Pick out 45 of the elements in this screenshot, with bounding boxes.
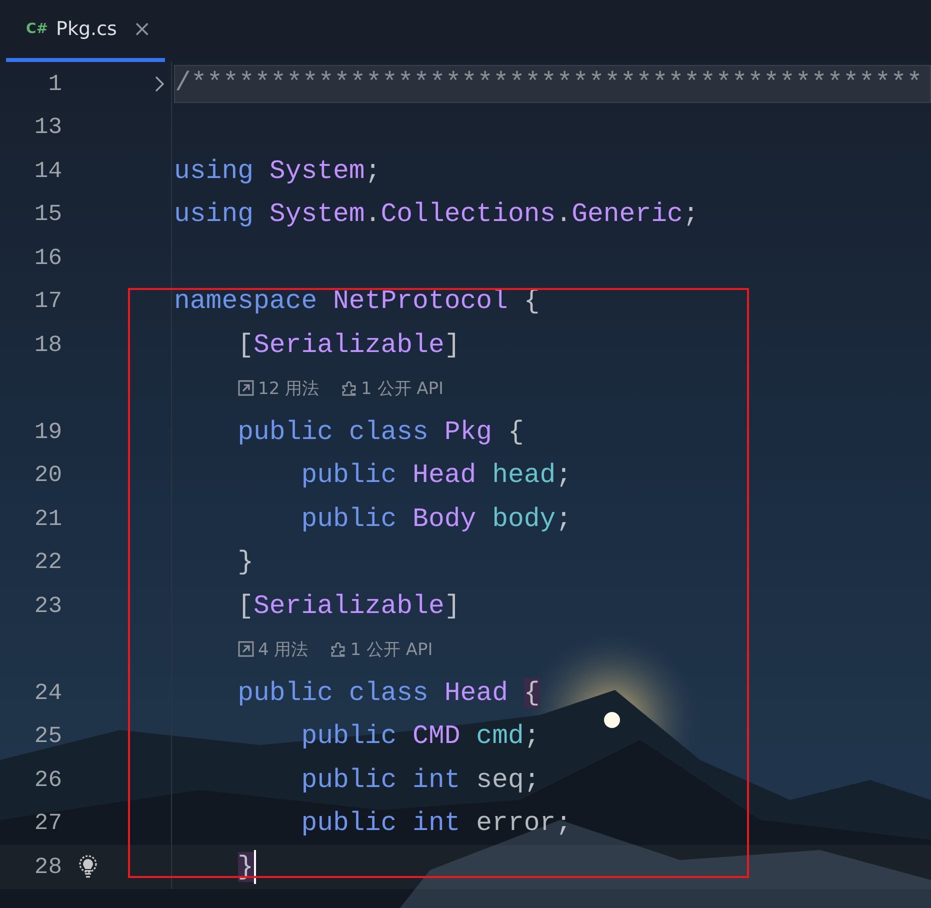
usages-hint[interactable]: 4 用法 bbox=[238, 638, 308, 661]
text-cursor bbox=[254, 850, 256, 884]
arrow-box-icon bbox=[238, 380, 254, 396]
code-line: [Serializable] bbox=[236, 590, 460, 621]
folded-comment[interactable]: /********************************************** bbox=[174, 64, 931, 103]
code-line: public Head head; bbox=[300, 460, 572, 490]
chevron-icon[interactable] bbox=[153, 74, 165, 93]
tab-title: Pkg.cs bbox=[56, 18, 117, 40]
api-hint[interactable]: 1 公开 API bbox=[330, 638, 433, 661]
line-number: 16 bbox=[33, 244, 62, 271]
line-number: 1 bbox=[47, 70, 62, 97]
code-line: public class Pkg { bbox=[236, 416, 524, 447]
line-number: 27 bbox=[33, 810, 62, 836]
line-number: 13 bbox=[33, 114, 62, 140]
line-number: 15 bbox=[33, 201, 62, 228]
line-number: 18 bbox=[33, 332, 62, 358]
code-line: public class Head { bbox=[236, 678, 540, 708]
line-number: 20 bbox=[33, 462, 62, 488]
file-type-label: C# bbox=[26, 21, 48, 37]
code-line: using System; bbox=[174, 156, 381, 186]
code-line: public CMD cmd; bbox=[300, 721, 540, 752]
line-number: 28 bbox=[33, 854, 62, 880]
line-number: 14 bbox=[33, 158, 62, 184]
lightbulb-icon bbox=[78, 854, 98, 879]
api-hint[interactable]: 1 公开 API bbox=[341, 376, 444, 400]
code-line: public int error; bbox=[300, 808, 572, 838]
line-number: 24 bbox=[33, 680, 62, 706]
code-line: } bbox=[236, 547, 254, 578]
line-number: 22 bbox=[33, 549, 62, 576]
line-number: 17 bbox=[33, 288, 62, 314]
line-number: 26 bbox=[33, 766, 62, 793]
line-number: 25 bbox=[33, 723, 62, 750]
close-button[interactable]: × bbox=[124, 16, 152, 42]
code-line: using System.Collections.Generic; bbox=[174, 199, 699, 230]
puzzle-icon bbox=[341, 380, 358, 397]
line-number: 19 bbox=[33, 418, 62, 445]
line-number: 21 bbox=[33, 506, 62, 532]
puzzle-icon bbox=[330, 640, 346, 658]
editor-tab[interactable]: C# Pkg.cs × bbox=[6, 0, 166, 62]
line-number: 23 bbox=[33, 592, 62, 619]
arrow-box-icon bbox=[238, 641, 254, 658]
code-line: public Body body; bbox=[300, 504, 572, 534]
code-line: [Serializable] bbox=[236, 330, 460, 360]
usages-hint[interactable]: 12 用法 bbox=[238, 376, 320, 400]
code-line: public int seq; bbox=[300, 764, 540, 795]
